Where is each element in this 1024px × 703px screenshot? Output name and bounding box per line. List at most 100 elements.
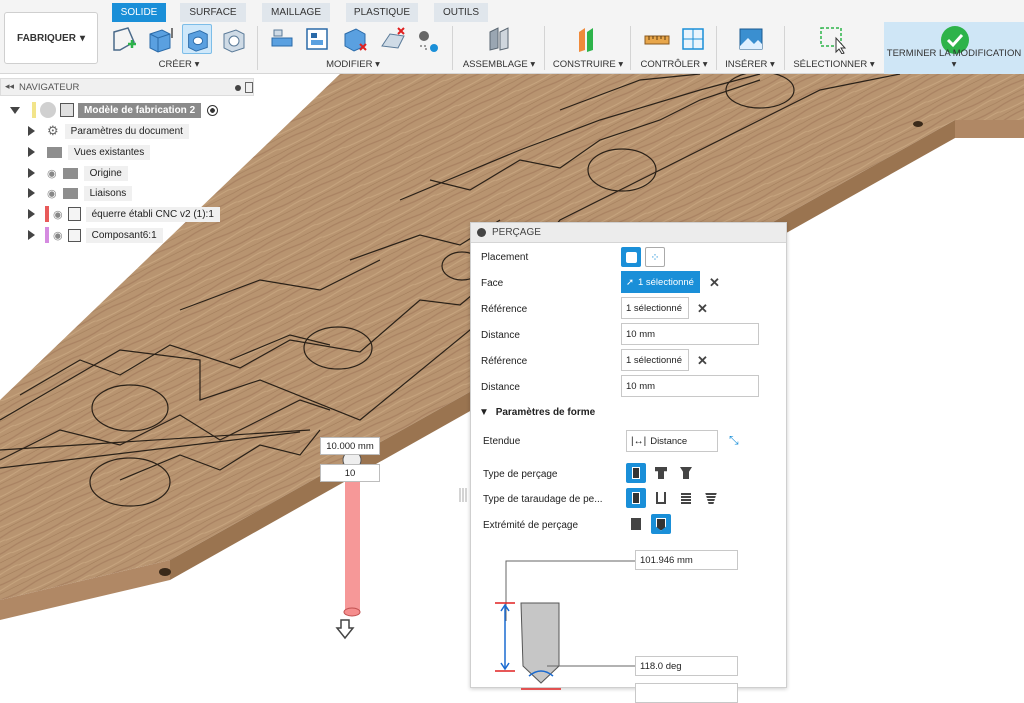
nav-root-label: Modèle de fabrication 2 xyxy=(78,102,202,118)
hole-tool-icon[interactable] xyxy=(182,24,212,54)
workspace-switcher-button[interactable]: FABRIQUER ▾ xyxy=(4,12,98,64)
joint-icon[interactable] xyxy=(484,24,514,54)
distance1-input[interactable]: 10 mm xyxy=(621,323,759,345)
thread-icon[interactable] xyxy=(218,24,248,54)
nav-root-row[interactable]: Modèle de fabrication 2 xyxy=(10,101,219,119)
placement-label: Placement xyxy=(481,252,529,263)
section-analysis-icon[interactable] xyxy=(678,24,708,54)
flip-direction-icon[interactable]: ⤡ xyxy=(729,433,739,448)
nav-item-liaisons[interactable]: ◉ Liaisons xyxy=(28,184,133,202)
multiple-hole-placement-button[interactable]: ⁘ xyxy=(645,247,665,267)
dialog-collapse-icon[interactable] xyxy=(477,228,486,237)
clearance-tap-button[interactable] xyxy=(651,488,671,508)
press-pull-icon[interactable] xyxy=(266,24,296,54)
extent-select[interactable]: |↔| Distance xyxy=(626,430,718,452)
nav-item-origine[interactable]: ◉ Origine xyxy=(28,164,128,182)
tab-maillage[interactable]: MAILLAGE xyxy=(262,3,330,22)
measure-icon[interactable] xyxy=(642,24,672,54)
expand-toggle-icon[interactable] xyxy=(28,168,35,178)
shape-section-header[interactable]: ▼ Paramètres de forme xyxy=(479,407,595,418)
dialog-header[interactable]: PERÇAGE xyxy=(471,223,786,243)
eye-icon[interactable]: ◉ xyxy=(53,229,63,242)
reference2-selection-field[interactable]: 1 sélectionné xyxy=(621,349,689,371)
tapped-button[interactable] xyxy=(676,488,696,508)
create-sketch-icon[interactable] xyxy=(110,24,140,54)
nav-item-vues[interactable]: Vues existantes xyxy=(28,143,151,161)
clear-reference2-icon[interactable]: ✕ xyxy=(697,353,708,369)
face-selection-field[interactable]: ➚ 1 sélectionné xyxy=(621,271,700,293)
insert-image-icon[interactable] xyxy=(736,24,766,54)
collapse-icon[interactable]: ◂◂ xyxy=(5,81,14,92)
tap-type-label: Type de taraudage de pe... xyxy=(483,494,603,505)
depth-input[interactable]: 101.946 mm xyxy=(635,550,738,570)
eye-icon[interactable]: ◉ xyxy=(47,167,57,180)
shell-icon[interactable] xyxy=(340,24,370,54)
group-label-inserer[interactable]: INSÉRER ▾ xyxy=(720,59,780,70)
group-label-construire[interactable]: CONSTRUIRE ▾ xyxy=(548,59,628,70)
tab-surface[interactable]: SURFACE xyxy=(180,3,246,22)
group-creer: CRÉER ▾ xyxy=(104,22,254,72)
group-label-modifier[interactable]: MODIFIER ▾ xyxy=(260,59,446,70)
distance2-label: Distance xyxy=(481,382,520,393)
diameter-input[interactable] xyxy=(635,683,738,703)
nav-item-composant[interactable]: ◉ Composant6:1 xyxy=(28,226,163,244)
simple-tap-button[interactable] xyxy=(626,488,646,508)
nav-item-parametres[interactable]: ⚙ Paramètres du document xyxy=(28,122,189,140)
reference1-selection-field[interactable]: 1 sélectionné xyxy=(621,297,689,319)
window-select-icon[interactable] xyxy=(818,24,848,54)
nav-item-equerre[interactable]: ◉ équerre établi CNC v2 (1):1 xyxy=(28,205,220,223)
expand-toggle-icon[interactable] xyxy=(28,209,35,219)
taper-tapped-button[interactable] xyxy=(701,488,721,508)
color-marker xyxy=(45,206,49,222)
canvas-dimension-input[interactable]: 10.000 mm xyxy=(320,437,380,455)
countersink-icon xyxy=(680,467,692,479)
document-icon xyxy=(60,103,74,117)
navigator-header[interactable]: ◂◂ NAVIGATEUR xyxy=(0,78,254,96)
dialog-title: PERÇAGE xyxy=(492,227,541,238)
activate-radio-icon[interactable] xyxy=(207,104,219,116)
flat-drill-point-button[interactable] xyxy=(626,514,646,534)
counterbore-hole-button[interactable] xyxy=(651,463,671,483)
tab-outils[interactable]: OUTILS xyxy=(434,3,488,22)
single-hole-placement-button[interactable] xyxy=(621,247,641,267)
tab-plastique[interactable]: PLASTIQUE xyxy=(346,3,418,22)
dropdown-arrow-icon: ▾ xyxy=(79,32,85,44)
drill-angle-input[interactable]: 118.0 deg xyxy=(635,656,738,676)
group-label-creer[interactable]: CRÉER ▾ xyxy=(104,59,254,70)
expand-toggle-icon[interactable] xyxy=(28,188,35,198)
pin-icon[interactable] xyxy=(245,82,253,93)
move-copy-icon[interactable] xyxy=(412,24,442,54)
minimize-icon[interactable] xyxy=(235,85,241,91)
eye-icon[interactable]: ◉ xyxy=(53,208,63,221)
eye-icon[interactable]: ◉ xyxy=(47,187,57,200)
group-label-assemblage[interactable]: ASSEMBLAGE ▾ xyxy=(456,59,542,70)
face-label: Face xyxy=(481,278,504,289)
clear-face-icon[interactable]: ✕ xyxy=(709,275,720,291)
fillet-icon[interactable] xyxy=(302,24,332,54)
finish-edit-button[interactable]: TERMINER LA MODIFICATION ▾ xyxy=(884,22,1024,74)
drill-arrow-icon[interactable] xyxy=(335,619,355,640)
extrude-icon[interactable] xyxy=(144,24,174,54)
canvas-count-input[interactable]: 10 xyxy=(320,464,380,482)
group-label-terminer: TERMINER LA MODIFICATION ▾ xyxy=(886,48,1022,70)
angle-drill-point-button[interactable] xyxy=(651,514,671,534)
group-selectionner: SÉLECTIONNER ▾ xyxy=(788,22,880,72)
flat-point-icon xyxy=(631,518,641,530)
expand-toggle-icon[interactable] xyxy=(28,230,35,240)
group-label-controler[interactable]: CONTRÔLER ▾ xyxy=(634,59,714,70)
folder-icon xyxy=(47,146,62,158)
distance2-input[interactable]: 10 mm xyxy=(621,375,759,397)
eye-icon[interactable] xyxy=(40,102,56,118)
tab-solide[interactable]: SOLIDE xyxy=(112,3,166,22)
clear-reference1-icon[interactable]: ✕ xyxy=(697,301,708,317)
offset-plane-icon[interactable] xyxy=(573,24,603,54)
simple-hole-button[interactable] xyxy=(626,463,646,483)
group-label-selectionner[interactable]: SÉLECTIONNER ▾ xyxy=(788,59,880,70)
delete-face-icon[interactable] xyxy=(378,24,408,54)
expand-toggle-icon[interactable] xyxy=(28,126,35,136)
selection-handle-icon[interactable] xyxy=(459,488,467,502)
expand-toggle-icon[interactable] xyxy=(28,147,35,157)
expand-toggle-icon[interactable] xyxy=(10,106,20,114)
group-modifier: MODIFIER ▾ xyxy=(260,22,446,72)
countersink-hole-button[interactable] xyxy=(676,463,696,483)
